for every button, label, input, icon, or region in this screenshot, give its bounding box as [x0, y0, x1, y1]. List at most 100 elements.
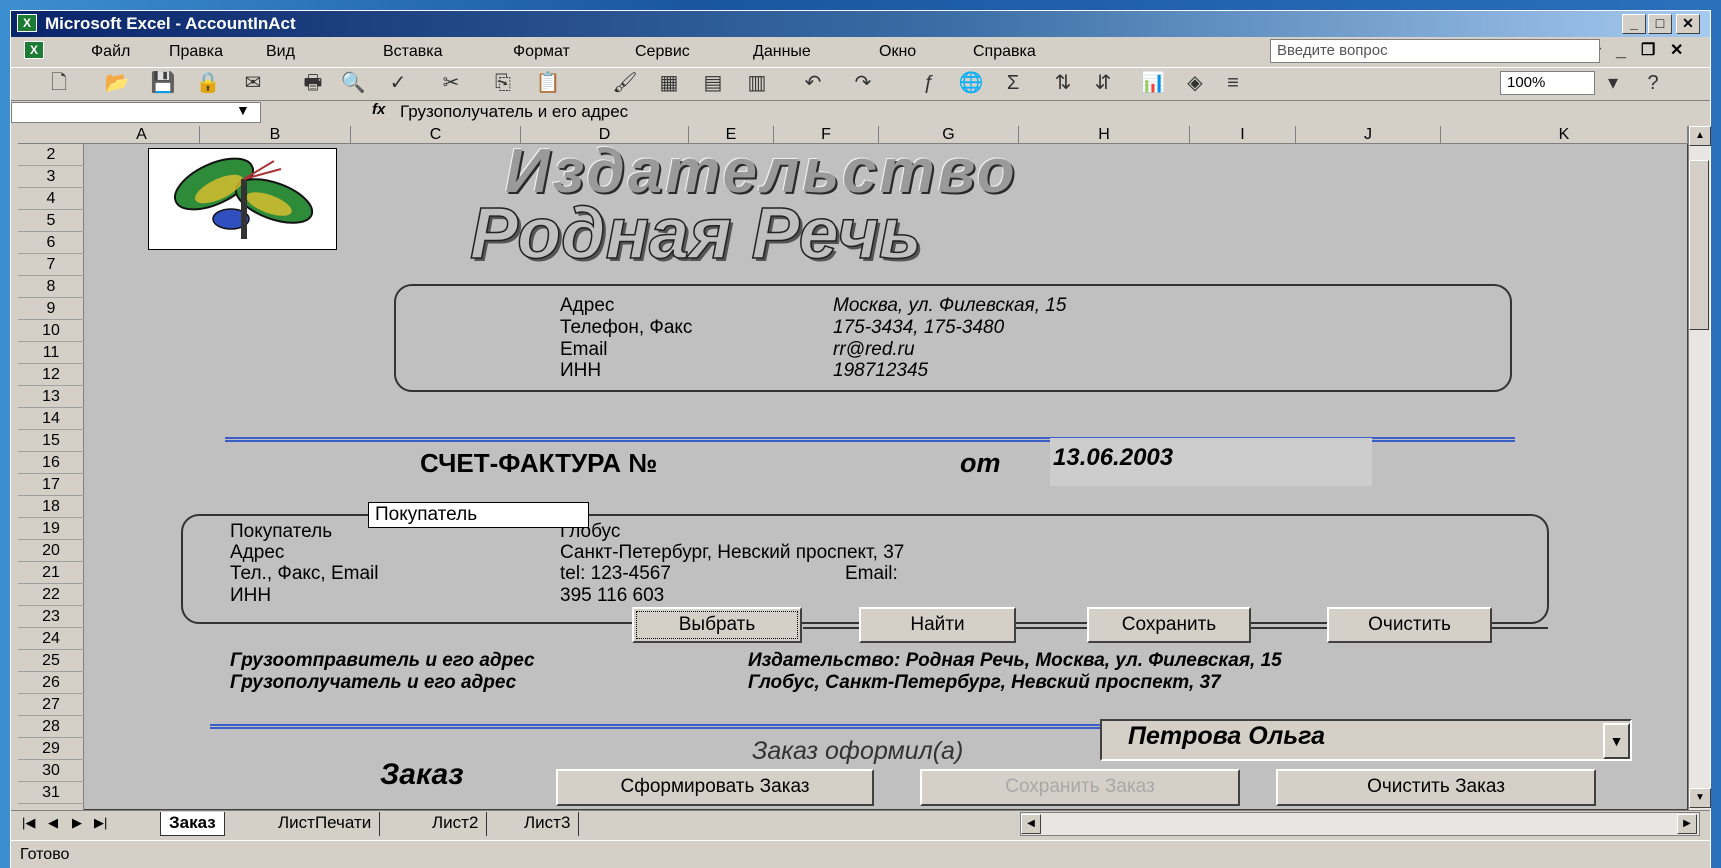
- row-header[interactable]: 6: [18, 232, 84, 254]
- menu-edit[interactable]: Правка: [169, 43, 223, 61]
- zoom-select[interactable]: 100%: [1500, 71, 1595, 95]
- menu-format[interactable]: Формат: [513, 43, 570, 61]
- row-header[interactable]: 2: [18, 144, 84, 166]
- first-sheet-icon[interactable]: |◀: [22, 812, 35, 836]
- print-icon[interactable]: 🖶: [300, 72, 326, 96]
- row-header[interactable]: 24: [18, 628, 84, 650]
- format-painter-icon[interactable]: 🖌: [612, 72, 638, 96]
- paste-icon[interactable]: 📋: [535, 72, 561, 96]
- row-header[interactable]: 23: [18, 606, 84, 628]
- col-header-k[interactable]: K: [1441, 126, 1688, 144]
- find-buyer-button[interactable]: Найти: [859, 607, 1016, 643]
- table-icon[interactable]: ▤: [700, 72, 726, 96]
- excel-icon[interactable]: X: [17, 14, 37, 32]
- new-icon[interactable]: 🗋: [46, 72, 72, 96]
- row-header[interactable]: 17: [18, 474, 84, 496]
- name-box[interactable]: [11, 102, 261, 123]
- row-header[interactable]: 13: [18, 386, 84, 408]
- doc-minimize-icon[interactable]: _: [1616, 40, 1626, 61]
- menu-data[interactable]: Данные: [753, 43, 811, 61]
- sort-descending-icon[interactable]: ⇵: [1090, 72, 1116, 96]
- worksheet-icon[interactable]: ▥: [744, 72, 770, 96]
- scroll-left-icon[interactable]: ◀: [1021, 814, 1041, 834]
- menu-help[interactable]: Справка: [973, 43, 1036, 61]
- undo-icon[interactable]: ↶: [800, 72, 826, 96]
- drawing-icon[interactable]: ◈: [1182, 72, 1208, 96]
- row-header[interactable]: 22: [18, 584, 84, 606]
- row-header[interactable]: 3: [18, 166, 84, 188]
- col-header-c[interactable]: C: [351, 126, 521, 144]
- clear-order-button[interactable]: Очистить Заказ: [1276, 769, 1596, 806]
- scroll-down-icon[interactable]: ▼: [1689, 788, 1711, 808]
- select-buyer-button[interactable]: Выбрать: [632, 607, 802, 643]
- row-header[interactable]: 31: [18, 782, 84, 804]
- align-icon[interactable]: ≡: [1220, 72, 1246, 96]
- copy-icon[interactable]: ⎘: [490, 72, 516, 96]
- menu-insert[interactable]: Вставка: [383, 43, 442, 61]
- row-header[interactable]: 12: [18, 364, 84, 386]
- col-header-h[interactable]: H: [1019, 126, 1190, 144]
- row-header[interactable]: 18: [18, 496, 84, 518]
- row-header[interactable]: 25: [18, 650, 84, 672]
- save-icon[interactable]: 💾: [150, 72, 176, 96]
- save-order-button[interactable]: Сохранить Заказ: [920, 769, 1240, 806]
- fx-icon[interactable]: fx: [372, 101, 385, 118]
- col-header-b[interactable]: B: [200, 126, 351, 144]
- menu-view[interactable]: Вид: [266, 43, 295, 61]
- sheet-tab-print[interactable]: ЛистПечати: [270, 812, 381, 836]
- row-header[interactable]: 19: [18, 518, 84, 540]
- row-header[interactable]: 20: [18, 540, 84, 562]
- row-header[interactable]: 26: [18, 672, 84, 694]
- redo-icon[interactable]: ↷: [850, 72, 876, 96]
- save-buyer-button[interactable]: Сохранить: [1087, 607, 1251, 643]
- sheet-tab-order[interactable]: Заказ: [160, 812, 225, 836]
- minimize-icon[interactable]: _: [1622, 14, 1646, 34]
- row-header[interactable]: 10: [18, 320, 84, 342]
- last-sheet-icon[interactable]: ▶|: [94, 812, 107, 836]
- row-header[interactable]: 7: [18, 254, 84, 276]
- function-icon[interactable]: ƒ: [916, 72, 942, 96]
- row-header[interactable]: 4: [18, 188, 84, 210]
- row-header[interactable]: 9: [18, 298, 84, 320]
- menu-window[interactable]: Окно: [879, 43, 916, 61]
- doc-close-icon[interactable]: ✕: [1670, 40, 1683, 60]
- email-icon[interactable]: ✉: [240, 72, 266, 96]
- row-header[interactable]: 5: [18, 210, 84, 232]
- formula-input[interactable]: Грузополучатель и его адрес: [400, 102, 628, 122]
- row-header[interactable]: 11: [18, 342, 84, 364]
- permission-icon[interactable]: 🔒: [195, 72, 221, 96]
- row-header[interactable]: 8: [18, 276, 84, 298]
- doc-restore-icon[interactable]: ❐: [1641, 40, 1655, 60]
- sheet-tab-2[interactable]: Лист2: [424, 812, 488, 836]
- col-header-i[interactable]: I: [1190, 126, 1296, 144]
- zoom-dropdown-icon[interactable]: ▾: [1600, 72, 1626, 96]
- row-header[interactable]: 15: [18, 430, 84, 452]
- hyperlink-icon[interactable]: 🌐: [958, 72, 984, 96]
- clear-buyer-button[interactable]: Очистить: [1327, 607, 1492, 643]
- row-header[interactable]: 14: [18, 408, 84, 430]
- row-header[interactable]: 27: [18, 694, 84, 716]
- help-icon[interactable]: ?: [1640, 72, 1666, 96]
- sheet-tab-3[interactable]: Лист3: [516, 812, 580, 836]
- row-header[interactable]: 21: [18, 562, 84, 584]
- ask-question-input[interactable]: Введите вопрос: [1270, 39, 1600, 63]
- name-box-dropdown-icon[interactable]: ▼: [236, 102, 250, 118]
- row-header[interactable]: 16: [18, 452, 84, 474]
- row-header[interactable]: 28: [18, 716, 84, 738]
- col-header-j[interactable]: J: [1296, 126, 1441, 144]
- next-sheet-icon[interactable]: ▶: [72, 812, 82, 836]
- build-order-button[interactable]: Сформировать Заказ: [556, 769, 874, 806]
- print-preview-icon[interactable]: 🔍: [340, 72, 366, 96]
- scroll-up-icon[interactable]: ▲: [1689, 126, 1711, 146]
- col-header-a[interactable]: A: [84, 126, 200, 144]
- workbook-icon[interactable]: X: [24, 41, 44, 59]
- forms-icon[interactable]: ▦: [656, 72, 682, 96]
- row-header[interactable]: 29: [18, 738, 84, 760]
- scroll-right-icon[interactable]: ▶: [1677, 814, 1697, 834]
- sort-ascending-icon[interactable]: ⇅: [1050, 72, 1076, 96]
- chart-wizard-icon[interactable]: 📊: [1140, 72, 1166, 96]
- menu-tools[interactable]: Сервис: [635, 43, 690, 61]
- autosum-icon[interactable]: Σ: [1000, 72, 1026, 96]
- horizontal-scrollbar[interactable]: ◀ ▶: [1020, 812, 1700, 836]
- prev-sheet-icon[interactable]: ◀: [48, 812, 58, 836]
